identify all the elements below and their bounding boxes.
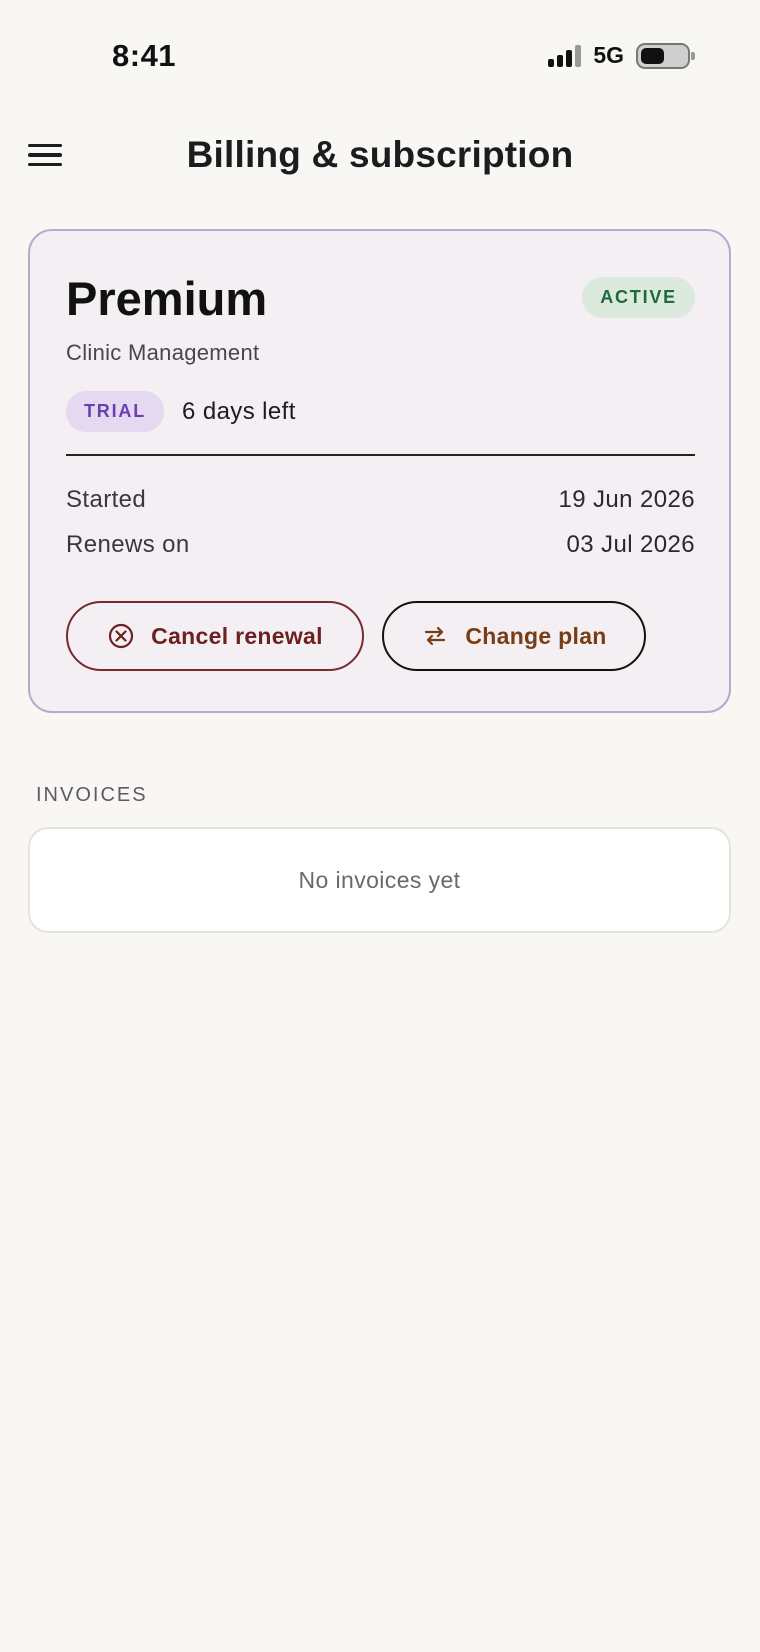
battery-level-fill (641, 47, 664, 64)
plan-name: Premium (66, 272, 268, 325)
renews-value: 03 Jul 2026 (566, 531, 695, 558)
trial-row: TRIAL 6 days left (66, 391, 296, 432)
app-bar: Billing & subscription (0, 120, 760, 192)
plan-subtitle: Clinic Management (66, 340, 260, 365)
status-bar: 8:41 5G (0, 0, 760, 112)
started-value: 19 Jun 2026 (558, 486, 695, 513)
trial-badge: TRIAL (66, 391, 164, 432)
days-left-text: 6 days left (182, 397, 296, 425)
cancel-renewal-label: Cancel renewal (151, 622, 323, 649)
renews-row: Renews on 03 Jul 2026 (66, 531, 695, 559)
cancel-renewal-button[interactable]: Cancel renewal (66, 601, 364, 671)
subscription-card: Premium ACTIVE Clinic Management TRIAL 6… (28, 229, 731, 713)
change-plan-button[interactable]: Change plan (382, 601, 646, 671)
invoices-section-label: INVOICES (36, 784, 148, 806)
invoices-card: No invoices yet (28, 827, 731, 933)
page-title: Billing & subscription (186, 134, 574, 175)
status-indicators: 5G (548, 42, 695, 69)
battery-icon (636, 42, 695, 69)
swap-arrows-icon (421, 622, 449, 650)
network-type: 5G (593, 42, 624, 68)
cellular-signal-icon (548, 44, 582, 67)
started-label: Started (66, 486, 147, 513)
cancel-circle-icon (107, 622, 135, 650)
plan-actions: Cancel renewal Change plan (66, 601, 646, 671)
invoices-empty-text: No invoices yet (298, 866, 461, 893)
renews-label: Renews on (66, 531, 190, 558)
change-plan-label: Change plan (465, 622, 607, 649)
started-row: Started 19 Jun 2026 (66, 486, 695, 514)
divider (66, 454, 695, 456)
status-badge: ACTIVE (582, 277, 695, 318)
status-time: 8:41 (112, 38, 177, 73)
